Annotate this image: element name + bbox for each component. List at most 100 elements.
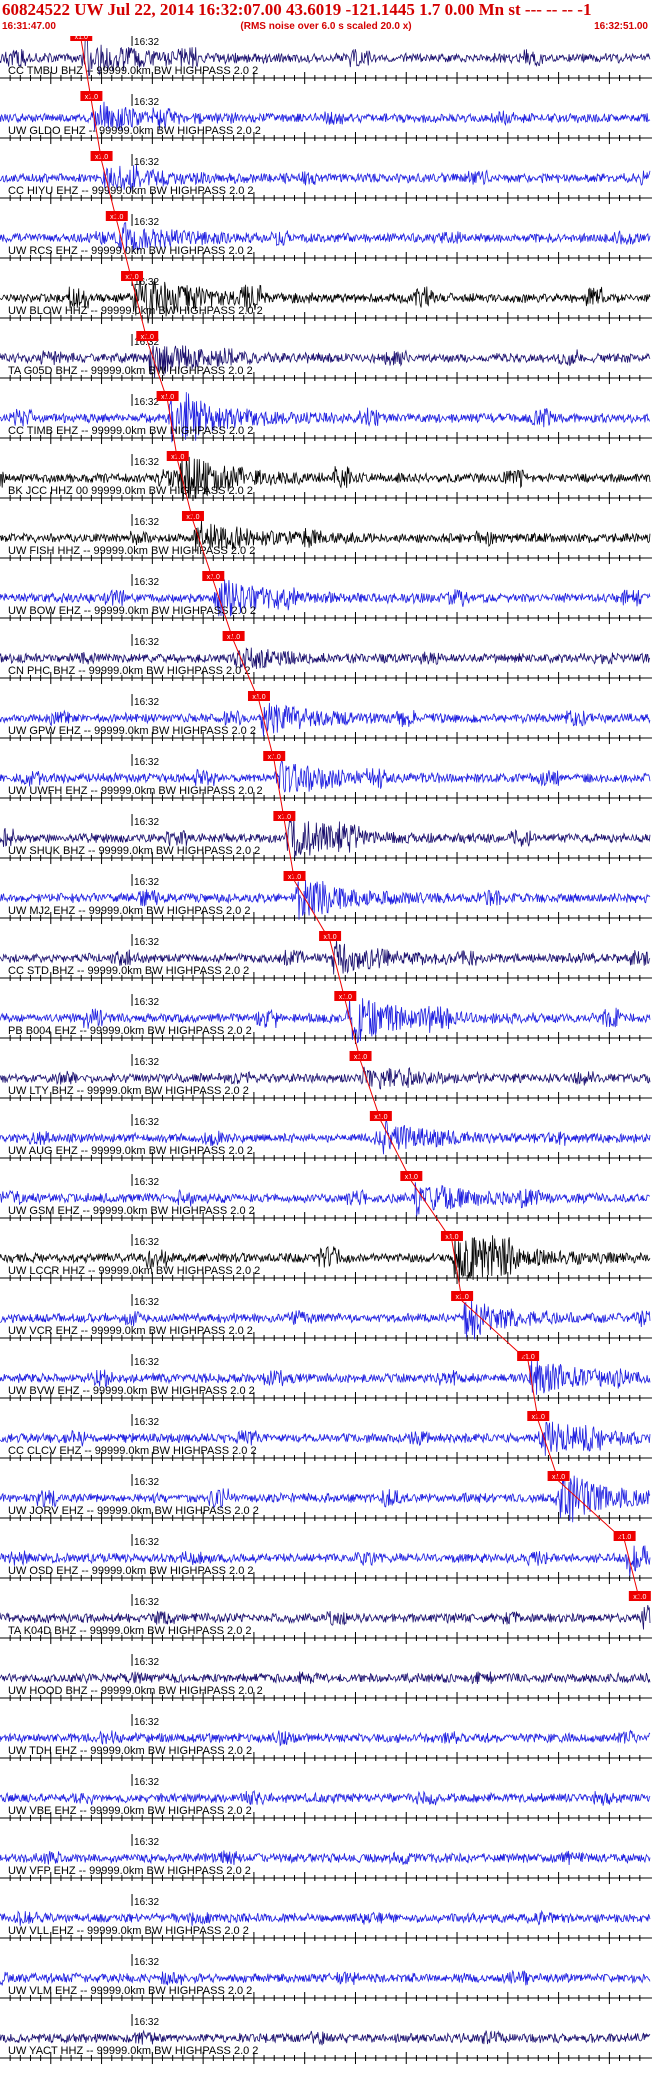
- trace-21: 16:32 UW LCCR HHZ -- 99999.0km BW HIGHPAS…: [0, 1231, 652, 1284]
- minute-label: 16:32: [134, 1237, 159, 1248]
- waveform: [0, 1850, 651, 1866]
- station-label: CN PHC BHZ -- 99999.0km BW HIGHPASS 2.0 …: [8, 665, 250, 677]
- trace-12: 16:32 UW GPW EHZ -- 99999.0km BW HIGHPASS…: [0, 691, 652, 744]
- trace-33: 16:32 UW VLM EHZ -- 99999.0km BW HIGHPASS…: [0, 1954, 652, 2004]
- station-label: UW BVW EHZ -- 99999.0km BW HIGHPASS 2.0 …: [8, 1385, 255, 1397]
- trace-6: 16:32TA G05D BHZ -- 99999.0km BW HIGHPAS…: [0, 331, 652, 384]
- trace-34: 16:32 UW YACT HHZ -- 99999.0km BW HIGHPAS…: [0, 2014, 652, 2064]
- station-label: CC TMBU BHZ -- 99999.0km BW HIGHPASS 2.0…: [8, 65, 258, 77]
- trace-23: 16:32 UW BVW EHZ -- 99999.0km BW HIGHPASS…: [0, 1351, 652, 1404]
- minute-label: 16:32: [134, 1957, 159, 1968]
- minute-label: 16:32: [134, 877, 159, 888]
- trace-17: 16:32 PB B004 EHZ -- 99999.0km BW HIGHPAS…: [0, 991, 652, 1044]
- station-label: UW VCR EHZ -- 99999.0km BW HIGHPASS 2.0 …: [8, 1325, 253, 1337]
- minute-label: 16:32: [134, 937, 159, 948]
- station-label: UW YACT HHZ -- 99999.0km BW HIGHPASS 2.0…: [8, 2045, 258, 2057]
- trace-22: 16:32 UW VCR EHZ -- 99999.0km BW HIGHPASS…: [0, 1291, 652, 1344]
- minute-label: 16:32: [134, 1357, 159, 1368]
- minute-label: 16:32: [134, 1717, 159, 1728]
- pick-label: x1.0: [405, 1174, 418, 1181]
- trace-9: 16:32 UW FISH HHZ -- 99999.0km BW HIGHPAS…: [0, 511, 652, 564]
- trace-8: 16:32 BK JCC HHZ 00 99999.0km BW HIGHPASS…: [0, 451, 652, 504]
- seismogram-plot: 16:32 CC TMBU BHZ -- 99999.0km BW HIGHPAS…: [0, 36, 652, 2064]
- station-label: TA G05D BHZ -- 99999.0km BW HIGHPASS 2.0…: [8, 365, 253, 377]
- station-label: BK JCC HHZ 00 99999.0km BW HIGHPASS 2.0 …: [8, 485, 253, 497]
- minute-label: 16:32: [134, 1477, 159, 1488]
- minute-label: 16:32: [134, 1657, 159, 1668]
- station-label: UW GSM EHZ -- 99999.0km BW HIGHPASS 2.0 …: [8, 1205, 255, 1217]
- trace-5: 16:32UW BLOW HHZ -- 99999.0km BW HIGHPAS…: [0, 271, 652, 324]
- station-label: CC HIYU EHZ -- 99999.0km BW HIGHPASS 2.0…: [8, 185, 254, 197]
- trace-32: 16:32 UW VLL EHZ -- 99999.0km BW HIGHPASS…: [0, 1894, 652, 1944]
- noise-note: (RMS noise over 6.0 s scaled 20.0 x): [240, 21, 412, 32]
- station-label: UW VBE EHZ -- 99999.0km BW HIGHPASS 2.0 …: [8, 1805, 252, 1817]
- station-label: UW BLOW HHZ -- 99999.0km BW HIGHPASS 2.0…: [8, 305, 263, 317]
- minute-label: 16:32: [134, 1837, 159, 1848]
- trace-4: 16:32 UW RCS EHZ -- 99999.0km BW HIGHPASS…: [0, 211, 652, 264]
- record-header: 60824522 UW Jul 22, 2014 16:32:07.00 43.…: [0, 0, 652, 36]
- trace-15: 16:32 UW MJ2 EHZ -- 99999.0km BW HIGHPASS…: [0, 871, 652, 924]
- pick-label: x1.0: [323, 934, 336, 941]
- station-label: UW AUG EHZ -- 99999.0km BW HIGHPASS 2.0 …: [8, 1145, 253, 1157]
- trace-27: 16:32 TA K04D BHZ -- 99999.0km BW HIGHPAS…: [0, 1591, 652, 1644]
- station-label: UW JORV EHZ -- 99999.0km BW HIGHPASS 2.0…: [8, 1505, 259, 1517]
- station-label: UW MJ2 EHZ -- 99999.0km BW HIGHPASS 2.0 …: [8, 905, 250, 917]
- station-label: UW OSD EHZ -- 99999.0km BW HIGHPASS 2.0 …: [8, 1565, 254, 1577]
- minute-label: 16:32: [134, 577, 159, 588]
- pick-label: x1.0: [75, 36, 88, 41]
- minute-label: 16:32: [134, 2017, 159, 2028]
- station-label: UW BOW EHZ -- 99999.0km BW HIGHPASS 2.0 …: [8, 605, 256, 617]
- trace-18: 16:32 UW LTY BHZ -- 99999.0km BW HIGHPASS…: [0, 1051, 652, 1104]
- station-label: CC CLCV EHZ -- 99999.0km BW HIGHPASS 2.0…: [8, 1445, 257, 1457]
- minute-label: 16:32: [134, 1417, 159, 1428]
- waveform: [0, 1729, 651, 1747]
- station-label: CC TIMB EHZ -- 99999.0km BW HIGHPASS 2.0…: [8, 425, 253, 437]
- minute-label: 16:32: [134, 637, 159, 648]
- minute-label: 16:32: [134, 397, 159, 408]
- station-label: UW LCCR HHZ -- 99999.0km BW HIGHPASS 2.0…: [8, 1265, 260, 1277]
- end-time: 16:32:51.00: [594, 21, 648, 32]
- event-title: 60824522 UW Jul 22, 2014 16:32:07.00 43.…: [2, 0, 592, 19]
- station-label: CC STD BHZ -- 99999.0km BW HIGHPASS 2.0 …: [8, 965, 249, 977]
- minute-label: 16:32: [134, 517, 159, 528]
- pick-label: x1.0: [618, 1534, 631, 1541]
- minute-label: 16:32: [134, 757, 159, 768]
- trace-31: 16:32 UW VFP EHZ -- 99999.0km BW HIGHPASS…: [0, 1834, 652, 1884]
- minute-label: 16:32: [134, 157, 159, 168]
- station-label: UW TDH EHZ -- 99999.0km BW HIGHPASS 2.0 …: [8, 1745, 252, 1757]
- minute-label: 16:32: [134, 457, 159, 468]
- trace-11: 16:32 CN PHC BHZ -- 99999.0km BW HIGHPASS…: [0, 631, 652, 684]
- trace-26: 16:32 UW OSD EHZ -- 99999.0km BW HIGHPASS…: [0, 1531, 652, 1584]
- station-label: UW HOOD BHZ -- 99999.0km BW HIGHPASS 2.0…: [8, 1685, 263, 1697]
- moveout-line: [80, 40, 641, 1602]
- trace-13: 16:32 UW UWFH EHZ -- 99999.0km BW HIGHPAS…: [0, 751, 652, 804]
- station-label: UW GLDO EHZ -- 99999.0km BW HIGHPASS 2.0…: [8, 125, 261, 137]
- trace-16: 16:32 CC STD BHZ -- 99999.0km BW HIGHPASS…: [0, 931, 652, 984]
- minute-label: 16:32: [134, 817, 159, 828]
- minute-label: 16:32: [134, 997, 159, 1008]
- trace-14: 16:32 UW SHUK BHZ -- 99999.0km BW HIGHPAS…: [0, 811, 652, 864]
- trace-28: 16:32 UW HOOD BHZ -- 99999.0km BW HIGHPAS…: [0, 1654, 652, 1704]
- trace-1: 16:32 CC TMBU BHZ -- 99999.0km BW HIGHPAS…: [0, 36, 652, 84]
- trace-3: 16:32 CC HIYU EHZ -- 99999.0km BW HIGHPAS…: [0, 151, 652, 204]
- waveform: [0, 1790, 651, 1806]
- minute-label: 16:32: [134, 1777, 159, 1788]
- station-label: UW SHUK BHZ -- 99999.0km BW HIGHPASS 2.0…: [8, 845, 260, 857]
- station-label: UW RCS EHZ -- 99999.0km BW HIGHPASS 2.0 …: [8, 245, 253, 257]
- minute-label: 16:32: [134, 217, 159, 228]
- minute-label: 16:32: [134, 697, 159, 708]
- station-label: PB B004 EHZ -- 99999.0km BW HIGHPASS 2.0…: [8, 1025, 252, 1037]
- minute-label: 16:32: [134, 1177, 159, 1188]
- minute-label: 16:32: [134, 97, 159, 108]
- minute-label: 16:32: [134, 37, 159, 48]
- station-label: UW LTY BHZ -- 99999.0km BW HIGHPASS 2.0 …: [8, 1085, 249, 1097]
- pick-label: x1.0: [445, 1234, 458, 1241]
- waveform: [0, 1671, 651, 1685]
- station-label: TA K04D BHZ -- 99999.0km BW HIGHPASS 2.0…: [8, 1625, 252, 1637]
- station-label: UW VLL EHZ -- 99999.0km BW HIGHPASS 2.0 …: [8, 1925, 249, 1937]
- trace-24: 16:32 CC CLCV EHZ -- 99999.0km BW HIGHPAS…: [0, 1411, 652, 1464]
- trace-25: 16:32 UW JORV EHZ -- 99999.0km BW HIGHPAS…: [0, 1471, 652, 1524]
- trace-20: 16:32 UW GSM EHZ -- 99999.0km BW HIGHPASS…: [0, 1171, 652, 1224]
- station-label: UW VLM EHZ -- 99999.0km BW HIGHPASS 2.0 …: [8, 1985, 252, 1997]
- minute-label: 16:32: [134, 1537, 159, 1548]
